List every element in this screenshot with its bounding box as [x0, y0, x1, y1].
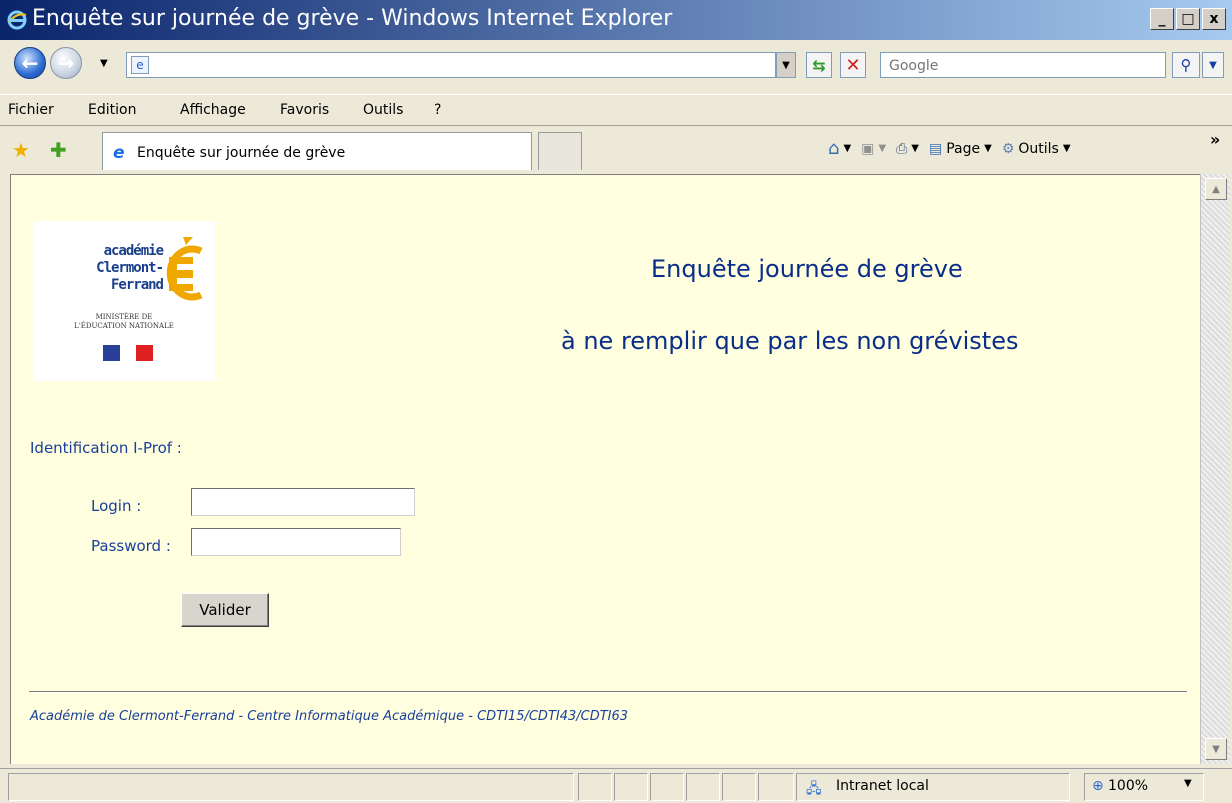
stop-button[interactable]: ✕ [840, 52, 866, 78]
window-title: Enquête sur journée de grève - Windows I… [32, 6, 673, 31]
forward-button[interactable]: → [50, 47, 82, 79]
title-bar[interactable]: Enquête sur journée de grève - Windows I… [0, 0, 1232, 40]
status-message-pane [8, 773, 574, 801]
chevron-more-icon[interactable]: » [1210, 130, 1220, 149]
window-controls: _ □ x [1150, 8, 1226, 30]
zoom-level: 100% [1108, 778, 1149, 794]
search-options-dropdown-icon[interactable]: ▼ [1202, 52, 1224, 78]
page-icon: e [131, 56, 149, 74]
menu-affichage[interactable]: Affichage [180, 102, 246, 118]
tools-menu[interactable]: Outils [1018, 141, 1058, 157]
menu-fichier[interactable]: Fichier [8, 102, 54, 118]
tab-active[interactable]: e Enquête sur journée de grève [102, 132, 532, 170]
security-zone-label: Intranet local [836, 778, 929, 794]
zoom-icon: ⊕ [1092, 778, 1104, 794]
marianne-flag [103, 345, 154, 361]
search-box[interactable] [880, 52, 1166, 78]
tab-bar: ★ ✚ e Enquête sur journée de grève ⌂ ▼ ▣ ▼… [0, 126, 1232, 174]
url-input[interactable] [155, 55, 759, 77]
footer-text: Académie de Clermont-Ferrand - Centre In… [30, 709, 629, 724]
back-arrow-icon: ← [21, 51, 39, 75]
scroll-down-icon[interactable]: ▼ [1205, 738, 1227, 760]
status-pane [758, 773, 794, 801]
status-pane [578, 773, 612, 801]
page-menu-icon: ▤ [928, 140, 943, 157]
valider-button[interactable]: Valider [181, 593, 269, 627]
tools-dropdown-icon[interactable]: ▼ [1063, 143, 1071, 154]
new-tab-button[interactable] [538, 132, 582, 170]
search-icon[interactable]: ⚲ [1172, 52, 1200, 78]
minimize-button[interactable]: _ [1150, 8, 1174, 30]
identification-label: Identification I-Prof : [30, 439, 182, 457]
menu-favoris[interactable]: Favoris [280, 102, 329, 118]
home-icon[interactable]: ⌂ [828, 138, 839, 159]
login-field[interactable] [191, 488, 415, 516]
academie-logo: académie Clermont-Ferrand MINISTÈRE DE L… [33, 221, 215, 381]
ie-page-icon: e [113, 143, 125, 163]
status-pane [614, 773, 648, 801]
password-field[interactable] [191, 528, 401, 556]
zoom-dropdown-icon[interactable]: ▼ [1184, 778, 1192, 789]
favorites-star-icon[interactable]: ★ [12, 138, 30, 162]
status-pane [686, 773, 720, 801]
status-bar: 🖧 Intranet local ⊕ 100% ▼ [0, 768, 1232, 803]
feeds-dropdown-icon[interactable]: ▼ [878, 143, 886, 154]
history-dropdown-icon[interactable]: ▼ [100, 58, 108, 69]
page-subtitle: à ne remplir que par les non grévistes [561, 327, 1019, 355]
page-title: Enquête journée de grève [651, 255, 963, 283]
print-icon[interactable]: ⎙ [896, 141, 907, 157]
logo-text: académie Clermont-Ferrand [96, 243, 164, 293]
ie-logo-icon [7, 10, 27, 30]
page-menu[interactable]: Page [946, 141, 980, 157]
ministry-text: MINISTÈRE DE L'ÉDUCATION NATIONALE [74, 313, 174, 330]
menu-help[interactable]: ? [434, 102, 441, 118]
maximize-button[interactable]: □ [1176, 8, 1200, 30]
refresh-button[interactable]: ⇆ [806, 52, 832, 78]
page-content: académie Clermont-Ferrand MINISTÈRE DE L… [10, 174, 1200, 764]
intranet-globe-icon: 🖧 [806, 781, 822, 797]
login-label: Login : [91, 497, 142, 515]
print-dropdown-icon[interactable]: ▼ [911, 143, 919, 154]
address-dropdown-icon[interactable]: ▼ [776, 52, 796, 78]
home-dropdown-icon[interactable]: ▼ [843, 143, 851, 154]
add-favorites-icon[interactable]: ✚ [50, 138, 67, 162]
status-pane [722, 773, 756, 801]
page-dropdown-icon[interactable]: ▼ [984, 143, 992, 154]
vertical-scrollbar[interactable]: ▲ ▼ [1200, 174, 1230, 764]
password-label: Password : [91, 537, 171, 555]
feeds-icon[interactable]: ▣ [861, 141, 874, 157]
footer-divider [29, 691, 1187, 693]
status-pane [650, 773, 684, 801]
command-bar: ⌂ ▼ ▣ ▼ ⎙ ▼ ▤ Page ▼ ⚙ Outils ▼ [828, 138, 1071, 159]
menu-outils[interactable]: Outils [363, 102, 403, 118]
menu-edition[interactable]: Edition [88, 102, 136, 118]
gear-icon: ⚙ [1001, 140, 1015, 157]
close-button[interactable]: x [1202, 8, 1226, 30]
forward-arrow-icon: → [57, 51, 75, 75]
logo-e-mark [166, 237, 203, 301]
address-bar[interactable]: e [126, 52, 776, 78]
address-toolbar: ← → ▼ e ▼ ⇆ ✕ ⚲ ▼ [0, 40, 1232, 88]
back-button[interactable]: ← [14, 47, 46, 79]
scroll-up-icon[interactable]: ▲ [1205, 178, 1227, 200]
tab-title: Enquête sur journée de grève [137, 145, 346, 161]
menu-bar: Fichier Edition Affichage Favoris Outils… [0, 94, 1232, 126]
search-input[interactable] [887, 55, 1161, 77]
